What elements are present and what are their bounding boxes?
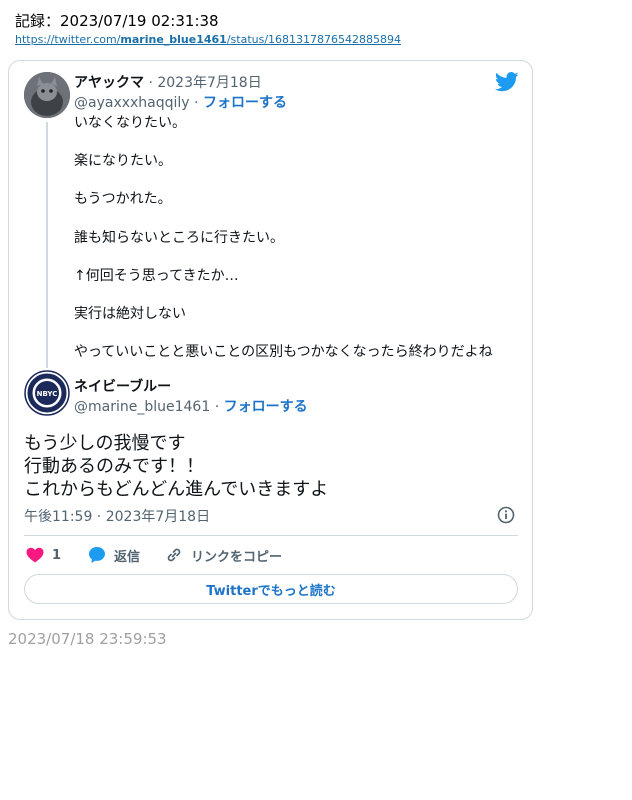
user-avatar[interactable]: NBYC — [24, 370, 70, 416]
url-suffix: /status/1681317876542885894 — [226, 33, 402, 46]
like-count: 1 — [52, 547, 62, 563]
like-button[interactable]: 1 — [26, 544, 61, 566]
divider — [24, 535, 518, 536]
thread-line — [46, 122, 48, 368]
url-user: marine_blue1461 — [120, 33, 227, 46]
quoted-display-name[interactable]: アヤックマ — [74, 75, 144, 91]
reply-bubble-icon — [89, 547, 105, 563]
quoted-user-avatar[interactable] — [24, 72, 70, 118]
quoted-date-sep: · — [144, 75, 158, 91]
quoted-date[interactable]: 2023年7月18日 — [157, 75, 261, 91]
tweet-text-line: これからもどんどん進んでいきますよ — [24, 479, 329, 500]
twitter-bird-icon[interactable] — [495, 72, 519, 92]
avatar-logo-text: NBYC — [37, 390, 58, 398]
display-name[interactable]: ネイビーブルー — [74, 376, 171, 396]
quoted-handle[interactable]: @ayaxxxhaqqily — [74, 95, 190, 111]
quoted-follow-button[interactable]: フォローする — [203, 95, 287, 111]
follow-button[interactable]: フォローする — [224, 399, 308, 415]
quoted-text-line: ↑何回そう思ってきたか… — [74, 268, 239, 284]
copy-link-label: リンクをコピー — [191, 549, 283, 565]
read-more-button[interactable]: Twitterでもっと読む — [24, 574, 518, 604]
handle-row: @marine_blue1461 · フォローする — [74, 399, 308, 415]
tweet-card — [8, 60, 533, 620]
url-prefix: https://twitter.com/ — [15, 33, 121, 46]
tweet-time: 午後11:59 — [24, 509, 93, 525]
quoted-text-line: やっていいことと悪いことの区別もつかなくなったら終わりだよね — [74, 344, 493, 360]
link-icon — [167, 548, 181, 562]
reply-label: 返信 — [114, 549, 141, 565]
reply-button[interactable]: 返信 — [88, 544, 140, 566]
info-icon[interactable] — [497, 506, 515, 524]
handle[interactable]: @marine_blue1461 — [74, 399, 210, 415]
tweet-timestamp[interactable]: 午後11:59 · 2023年7月18日 — [24, 506, 210, 526]
footer-date: 2023/07/18 23:59:53 — [8, 630, 167, 648]
heart-icon — [26, 547, 44, 563]
quoted-text-line: 実行は絶対しない — [74, 306, 186, 322]
record-timestamp: 記録：2023/07/19 02:31:38 — [15, 12, 219, 30]
quoted-user-name-row[interactable]: アヤックマ · 2023年7月18日 — [74, 72, 262, 92]
tweet-url-link[interactable]: https://twitter.com/marine_blue1461/stat… — [15, 33, 401, 46]
quoted-text-line: 誰も知らないところに行きたい。 — [74, 230, 284, 246]
tweet-date: 2023年7月18日 — [105, 509, 211, 525]
quoted-text-line: いなくなりたい。 — [74, 115, 186, 131]
quoted-text-line: 楽になりたい。 — [74, 153, 172, 169]
quoted-handle-row: @ayaxxxhaqqily · フォローする — [74, 95, 287, 111]
quoted-text-line: もうつかれた。 — [74, 191, 172, 207]
copy-link-button[interactable]: リンクをコピー — [165, 544, 282, 566]
